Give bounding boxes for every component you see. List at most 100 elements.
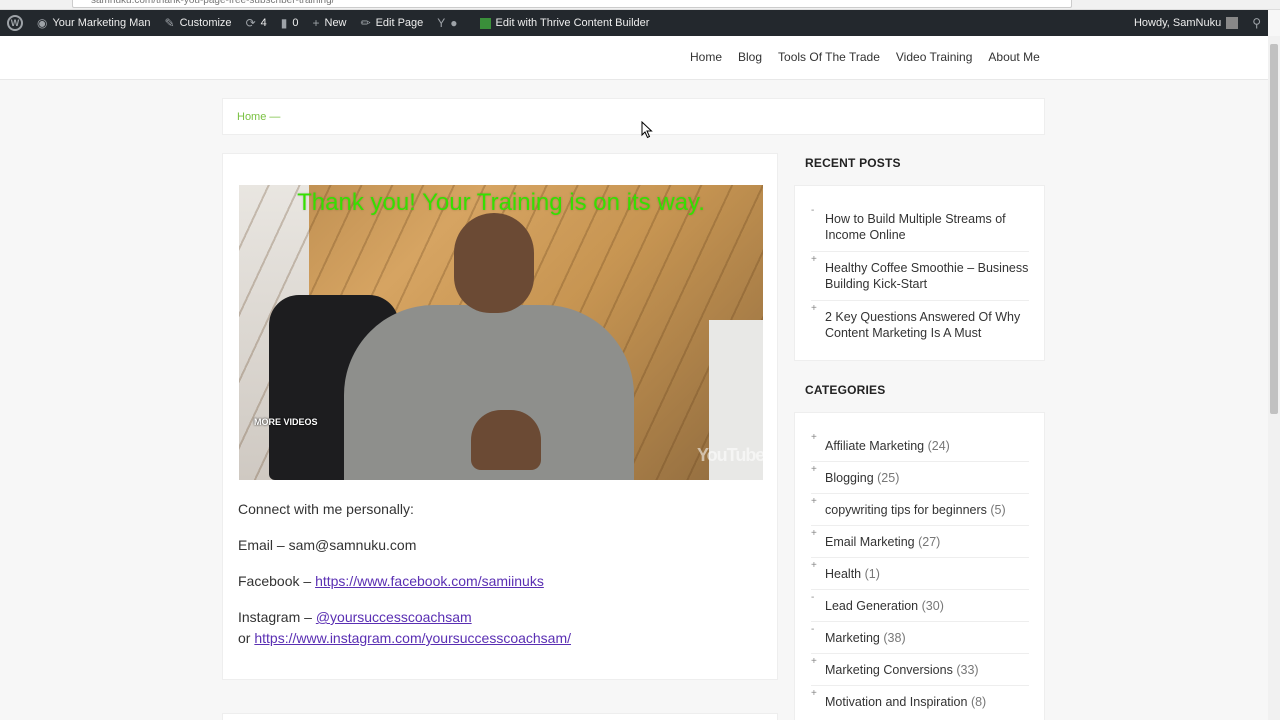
recent-post-item[interactable]: - How to Build Multiple Streams of Income… [811,203,1029,252]
recent-posts-title: RECENT POSTS [805,156,901,170]
recent-post-item[interactable]: + Healthy Coffee Smoothie – Business Buil… [811,252,1029,301]
wp-logo-menu[interactable]: W [0,10,30,36]
category-item[interactable]: + Email Marketing (27) [811,526,1029,558]
category-link[interactable]: Motivation and Inspiration [825,695,967,709]
category-count: (24) [927,439,950,453]
category-link[interactable]: Marketing Conversions [825,663,953,677]
video-headline: Thank you! Your Training is on its way. [297,189,705,216]
facebook-link[interactable]: https://www.facebook.com/samiinuks [315,573,544,589]
category-link[interactable]: Blogging [825,471,874,485]
category-count: (27) [918,535,941,549]
instagram-prefix: Instagram – [238,609,316,625]
nav-item-about[interactable]: About Me [988,50,1039,64]
browser-toolbar: samnuku.com/thank-you-page-free-subscrib… [0,0,1280,10]
plus-icon: + [312,16,320,30]
edit-page-label: Edit Page [375,17,424,29]
more-videos-button[interactable]: MORE VIDEOS [254,417,318,427]
instagram-link[interactable]: https://www.instagram.com/yoursuccesscoa… [254,630,571,646]
updates-link[interactable]: ⟳ 4 [239,10,274,36]
comments-link[interactable]: ▮ 0 [274,10,306,36]
recent-post-link[interactable]: 2 Key Questions Answered Of Why Content … [825,310,1020,340]
recent-posts-widget: - How to Build Multiple Streams of Income… [794,185,1045,361]
edit-page-link[interactable]: ✏ Edit Page [354,10,431,36]
yoast-icon: Y [437,16,446,30]
account-menu[interactable]: Howdy, SamNuku [1127,10,1245,36]
breadcrumb-trail: Home — [237,111,280,123]
dashboard-icon: ◉ [37,16,48,30]
scrollbar-thumb[interactable] [1270,44,1278,414]
nav-item-video-training[interactable]: Video Training [896,50,973,64]
main-nav: Home Blog Tools Of The Trade Video Train… [690,50,1040,64]
instagram-handle-link[interactable]: @yoursuccesscoachsam [316,609,472,625]
new-label: New [324,17,347,29]
yoast-menu[interactable]: Y ● [430,10,464,36]
howdy-label: Howdy, SamNuku [1133,17,1222,29]
breadcrumb-home[interactable]: Home [237,111,266,123]
new-content-menu[interactable]: + New [305,10,353,36]
thrive-edit-link[interactable]: Edit with Thrive Content Builder [473,10,657,36]
site-name-menu[interactable]: ◉ Your Marketing Man [30,10,158,36]
recent-post-link[interactable]: How to Build Multiple Streams of Income … [825,212,1006,242]
comments-count: 0 [292,17,299,29]
contact-text: Connect with me personally: Email – sam@… [238,499,758,664]
plus-icon: + [811,688,817,699]
comment-icon: ▮ [280,16,288,30]
nav-item-blog[interactable]: Blog [738,50,762,64]
category-link[interactable]: Affiliate Marketing [825,439,924,453]
address-bar[interactable]: samnuku.com/thank-you-page-free-subscrib… [72,0,1072,8]
embedded-video[interactable]: Thank you! Your Training is on its way. … [239,185,763,480]
category-item[interactable]: + Motivation and Inspiration (8) [811,686,1029,718]
category-item[interactable]: + Affiliate Marketing (24) [811,430,1029,462]
thrive-label: Edit with Thrive Content Builder [495,17,650,29]
dash-icon: - [811,592,815,603]
youtube-logo[interactable]: YouTube [697,445,763,466]
pencil-icon: ✏ [360,16,371,30]
category-item[interactable]: + Health (1) [811,558,1029,590]
main-content: Thank you! Your Training is on its way. … [222,153,778,680]
breadcrumb: Home — [222,98,1045,135]
page-scrollbar[interactable] [1268,36,1280,720]
dash-icon: + [811,303,817,314]
plus-icon: + [811,560,817,571]
adminbar-search[interactable]: ⚲ [1245,10,1268,36]
facebook-line: Facebook – https://www.facebook.com/sami… [238,571,758,592]
instagram-or: or [238,630,255,646]
plus-icon: + [811,656,817,667]
category-item[interactable]: + copywriting tips for beginners (5) [811,494,1029,526]
category-link[interactable]: Email Marketing [825,535,915,549]
category-count: (38) [883,631,906,645]
recent-post-link[interactable]: Healthy Coffee Smoothie – Business Build… [825,261,1028,291]
category-link[interactable]: Health [825,567,861,581]
updates-count: 4 [260,17,267,29]
nav-item-tools[interactable]: Tools Of The Trade [778,50,880,64]
category-count: (1) [864,567,880,581]
plus-icon: + [811,464,817,475]
category-item[interactable]: - Lead Generation (30) [811,590,1029,622]
plus-icon: + [811,528,817,539]
category-item[interactable]: + Blogging (25) [811,462,1029,494]
search-icon: ⚲ [1252,16,1261,30]
nav-item-home[interactable]: Home [690,50,722,64]
category-item[interactable]: + Marketing Conversions (33) [811,654,1029,686]
category-link[interactable]: Marketing [825,631,880,645]
brush-icon: ✎ [164,16,175,30]
recent-post-item[interactable]: +2 Key Questions Answered Of Why Content… [811,301,1029,349]
category-link[interactable]: Lead Generation [825,599,918,613]
status-dot-icon: ● [450,16,458,30]
customize-link[interactable]: ✎ Customize [158,10,239,36]
plus-icon: + [811,432,817,443]
instagram-line: Instagram – @yoursuccesscoachsam or http… [238,607,758,649]
category-count: (30) [921,599,944,613]
categories-title: CATEGORIES [805,383,886,397]
video-person-head [454,213,534,313]
updates-icon: ⟳ [245,16,256,30]
category-item[interactable]: - Marketing (38) [811,622,1029,654]
email-line: Email – sam@samnuku.com [238,537,417,553]
dash-icon: - [811,205,815,216]
customize-label: Customize [179,17,232,29]
site-name-label: Your Marketing Man [52,17,151,29]
category-count: (25) [877,471,900,485]
site-header: Home Blog Tools Of The Trade Video Train… [0,36,1268,80]
category-link[interactable]: copywriting tips for beginners [825,503,987,517]
video-person-hands [471,410,541,470]
